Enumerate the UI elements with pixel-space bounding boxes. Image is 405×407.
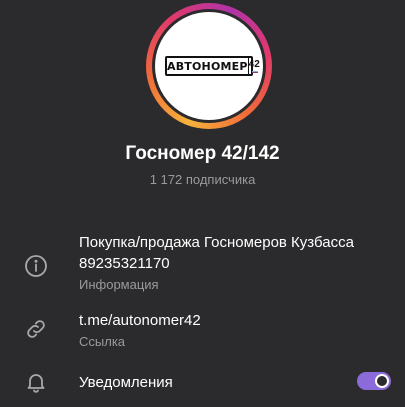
notifications-toggle[interactable] (357, 372, 391, 390)
channel-header: АВТОНОМЕР 42 RUS Госномер 42/142 1 172 п… (0, 0, 405, 210)
channel-title: Госномер 42/142 (125, 143, 280, 164)
channel-description-line1[interactable]: Покупка/продажа Госномеров Кузбасса (79, 232, 395, 253)
flag-icon (251, 71, 258, 73)
link-icon (24, 317, 48, 341)
channel-link[interactable]: t.me/autonomer42 (79, 310, 395, 331)
toggle-knob (375, 374, 389, 388)
info-icon (24, 254, 48, 278)
channel-avatar[interactable]: АВТОНОМЕР 42 RUS (155, 12, 263, 120)
bell-icon (24, 370, 48, 394)
link-label: Ссылка (79, 334, 126, 349)
subscriber-count: 1 172 подписчика (149, 172, 256, 187)
plate-text: АВТОНОМЕР (167, 59, 248, 73)
channel-description-phone[interactable]: 89235321170 (79, 253, 395, 274)
info-label: Информация (79, 277, 159, 292)
info-row[interactable]: Покупка/продажа Госномеров Кузбасса 8923… (0, 232, 405, 296)
link-row[interactable]: t.me/autonomer42 Ссылка (0, 310, 405, 354)
notifications-row[interactable]: Уведомления (0, 368, 405, 396)
license-plate-logo: АВТОНОМЕР 42 RUS (165, 56, 260, 76)
notifications-label: Уведомления (79, 374, 173, 391)
plate-region-number: 42 (248, 59, 260, 70)
avatar-story-ring[interactable]: АВТОНОМЕР 42 RUS (146, 3, 272, 129)
plate-region-box: 42 RUS (247, 58, 260, 74)
